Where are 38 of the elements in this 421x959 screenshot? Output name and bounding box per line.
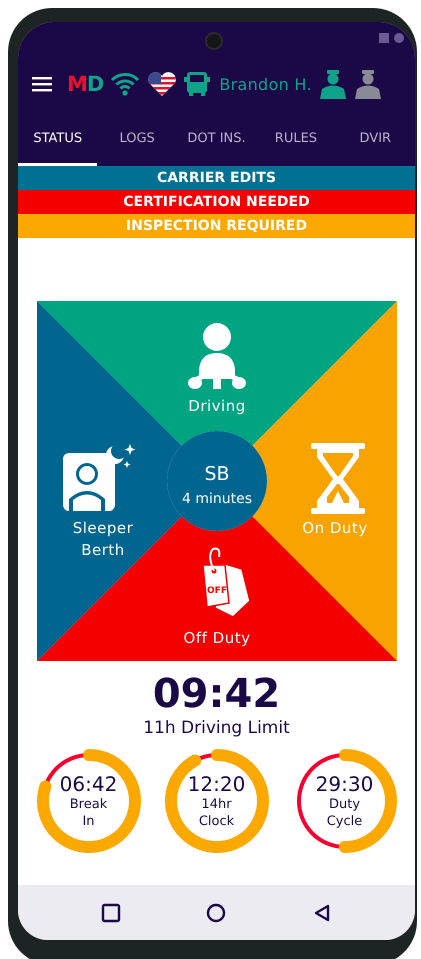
status-label: On Duty xyxy=(302,519,368,537)
status-label: Driving xyxy=(188,397,246,415)
recent-apps-icon[interactable] xyxy=(100,902,121,922)
tab[interactable]: LOGS xyxy=(97,114,177,166)
timer-label: Duty Cycle xyxy=(326,796,362,830)
driver-avatar-icon[interactable] xyxy=(354,69,382,99)
status-quadrant[interactable] xyxy=(252,301,396,661)
status-duration: 4 minutes xyxy=(181,491,252,507)
tab[interactable]: RULES xyxy=(256,114,336,166)
alert-banner[interactable]: CARRIER EDITS xyxy=(18,166,415,190)
timer-label: 14hr Clock xyxy=(198,796,234,830)
status-quadrant[interactable] xyxy=(36,301,396,446)
driver-avatar-icon[interactable] xyxy=(318,69,347,99)
wifi-icon[interactable] xyxy=(110,71,140,97)
status-label: Sleeper xyxy=(72,519,133,537)
timer-value: 06:42 xyxy=(60,772,118,796)
logo: MD xyxy=(67,72,104,96)
status-quadrant[interactable] xyxy=(36,516,396,661)
alert-banner[interactable]: CERTIFICATION NEEDED xyxy=(18,190,415,214)
driving-limit-label: 11h Driving Limit xyxy=(143,717,290,739)
driving-time: 09:42 xyxy=(152,671,280,717)
current-status-circle[interactable] xyxy=(166,431,266,531)
driver-name: Brandon H. xyxy=(219,74,312,94)
sleeper-icon xyxy=(62,443,135,511)
timer-value: 29:30 xyxy=(316,772,374,796)
timer-label: Break In xyxy=(70,796,108,830)
camera-icon xyxy=(205,32,223,50)
tab[interactable]: DVIR xyxy=(336,114,415,166)
status-label: Off Duty xyxy=(183,629,250,647)
timer-value: 12:20 xyxy=(188,772,246,796)
tab[interactable]: DOT INS. xyxy=(176,114,256,166)
status-label: Berth xyxy=(80,541,124,559)
steering-driver-icon xyxy=(188,323,246,389)
home-icon[interactable] xyxy=(206,902,226,922)
hourglass-icon xyxy=(310,443,364,514)
current-status: SB xyxy=(204,463,230,485)
truck-icon[interactable] xyxy=(184,71,210,97)
menu-icon[interactable] xyxy=(32,76,54,92)
